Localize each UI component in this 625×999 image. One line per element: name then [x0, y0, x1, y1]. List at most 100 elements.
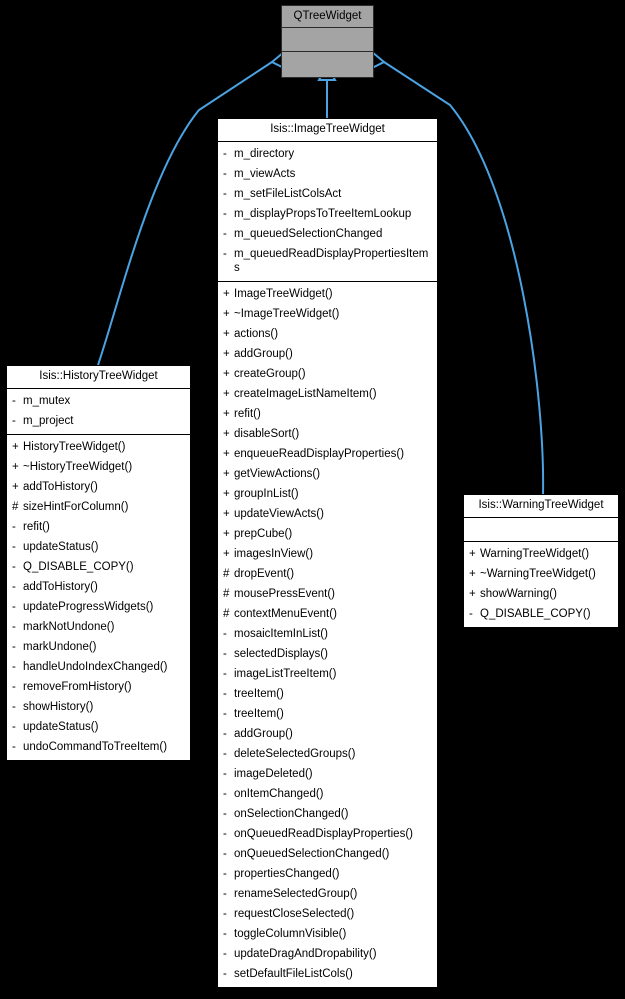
class-member: - imageDeleted() [218, 764, 437, 784]
member-visibility: - [223, 828, 227, 840]
member-visibility: - [12, 741, 16, 753]
member-name: updateStatus() [23, 541, 99, 553]
class-member: + addGroup() [218, 344, 437, 364]
member-name: ~HistoryTreeWidget() [23, 461, 133, 473]
member-name: updateStatus() [23, 721, 99, 733]
member-name: Q_DISABLE_COPY() [480, 608, 591, 620]
member-visibility: # [12, 501, 19, 513]
class-title-warningtreewidget: Isis::WarningTreeWidget [464, 495, 618, 518]
member-name: selectedDisplays() [234, 648, 328, 660]
member-name: deleteSelectedGroups() [234, 748, 356, 760]
member-name: toggleColumnVisible() [234, 928, 347, 940]
member-visibility: + [223, 428, 230, 440]
member-name: mosaicItemInList() [234, 628, 328, 640]
member-name: setDefaultFileListCols() [234, 968, 353, 980]
class-box-historytreewidget[interactable]: Isis::HistoryTreeWidget - m_mutex - m_proje… [6, 365, 191, 761]
member-name: requestCloseSelected() [234, 908, 355, 920]
class-member: - markUndone() [7, 637, 190, 657]
class-methods-warningtreewidget: + WarningTreeWidget() + ~WarningTreeWidget(… [464, 542, 618, 627]
class-attributes-imagetreewidget: - m_directory - m_viewActs - m_setFileListCol… [218, 142, 437, 282]
class-member: + showWarning() [464, 584, 618, 604]
class-box-imagetreewidget[interactable]: Isis::ImageTreeWidget - m_directory - m_vie… [217, 118, 438, 988]
class-attributes-qtreewidget [282, 28, 373, 52]
class-member: - m_setFileListColsAct [218, 184, 437, 204]
class-member: + prepCube() [218, 524, 437, 544]
class-member: + refit() [218, 404, 437, 424]
member-name: treeItem() [234, 688, 284, 700]
member-name: treeItem() [234, 708, 284, 720]
member-visibility: - [223, 628, 227, 640]
member-visibility: - [223, 908, 227, 920]
class-member: - m_queuedReadDisplayPropertiesItems [218, 244, 437, 278]
member-name: imageListTreeItem() [234, 668, 337, 680]
class-member: - onItemChanged() [218, 784, 437, 804]
member-visibility: - [223, 868, 227, 880]
member-name: prepCube() [234, 528, 293, 540]
class-title-imagetreewidget: Isis::ImageTreeWidget [218, 119, 437, 142]
member-name: addGroup() [234, 348, 293, 360]
member-visibility: - [223, 728, 227, 740]
member-visibility: - [12, 561, 16, 573]
member-visibility: + [223, 388, 230, 400]
member-name: onQueuedSelectionChanged() [234, 848, 390, 860]
member-name: imagesInView() [234, 548, 314, 560]
member-name: m_queuedSelectionChanged [234, 228, 383, 240]
member-name: markUndone() [23, 641, 97, 653]
class-member: - toggleColumnVisible() [218, 924, 437, 944]
class-member: - removeFromHistory() [7, 677, 190, 697]
member-name: updateProgressWidgets() [23, 601, 154, 613]
class-member: + WarningTreeWidget() [464, 544, 618, 564]
class-member: - m_project [7, 411, 190, 431]
member-name: createImageListNameItem() [234, 388, 377, 400]
class-member: - handleUndoIndexChanged() [7, 657, 190, 677]
member-name: addToHistory() [23, 581, 98, 593]
class-member: - selectedDisplays() [218, 644, 437, 664]
member-name: showHistory() [23, 701, 94, 713]
member-visibility: - [223, 188, 227, 200]
class-member: - imageListTreeItem() [218, 664, 437, 684]
member-name: m_mutex [23, 395, 71, 407]
member-visibility: + [223, 508, 230, 520]
member-visibility: + [223, 448, 230, 460]
class-member: - markNotUndone() [7, 617, 190, 637]
member-visibility: + [469, 588, 476, 600]
class-member: - mosaicItemInList() [218, 624, 437, 644]
class-box-qtreewidget[interactable]: QTreeWidget [281, 5, 374, 78]
class-member: - renameSelectedGroup() [218, 884, 437, 904]
member-visibility: - [223, 788, 227, 800]
member-visibility: - [223, 768, 227, 780]
member-visibility: + [12, 461, 19, 473]
class-methods-imagetreewidget: + ImageTreeWidget() + ~ImageTreeWidget() + ac… [218, 282, 437, 987]
member-name: updateDragAndDropability() [234, 948, 377, 960]
member-visibility: - [223, 248, 227, 260]
member-name: addToHistory() [23, 481, 98, 493]
member-name: m_displayPropsToTreeItemLookup [234, 208, 412, 220]
class-member: - Q_DISABLE_COPY() [464, 604, 618, 624]
member-visibility: + [223, 528, 230, 540]
member-name: ~WarningTreeWidget() [480, 568, 596, 580]
member-visibility: - [12, 541, 16, 553]
class-member: - propertiesChanged() [218, 864, 437, 884]
class-member: + disableSort() [218, 424, 437, 444]
class-member: - onQueuedSelectionChanged() [218, 844, 437, 864]
class-member: - treeItem() [218, 704, 437, 724]
member-name: undoCommandToTreeItem() [23, 741, 168, 753]
member-visibility: - [223, 928, 227, 940]
member-visibility: + [223, 308, 230, 320]
member-name: refit() [23, 521, 50, 533]
member-visibility: - [12, 661, 16, 673]
member-visibility: # [223, 588, 230, 600]
member-visibility: - [223, 968, 227, 980]
member-name: m_directory [234, 148, 295, 160]
member-visibility: - [223, 888, 227, 900]
class-member: # dropEvent() [218, 564, 437, 584]
member-visibility: - [223, 948, 227, 960]
class-member: + createGroup() [218, 364, 437, 384]
member-visibility: - [12, 521, 16, 533]
class-box-warningtreewidget[interactable]: Isis::WarningTreeWidget + WarningTreeWidg… [463, 494, 619, 628]
member-visibility: - [223, 228, 227, 240]
class-member: - addGroup() [218, 724, 437, 744]
class-member: + updateViewActs() [218, 504, 437, 524]
member-visibility: - [223, 148, 227, 160]
class-methods-historytreewidget: + HistoryTreeWidget() + ~HistoryTreeWidget(… [7, 435, 190, 760]
